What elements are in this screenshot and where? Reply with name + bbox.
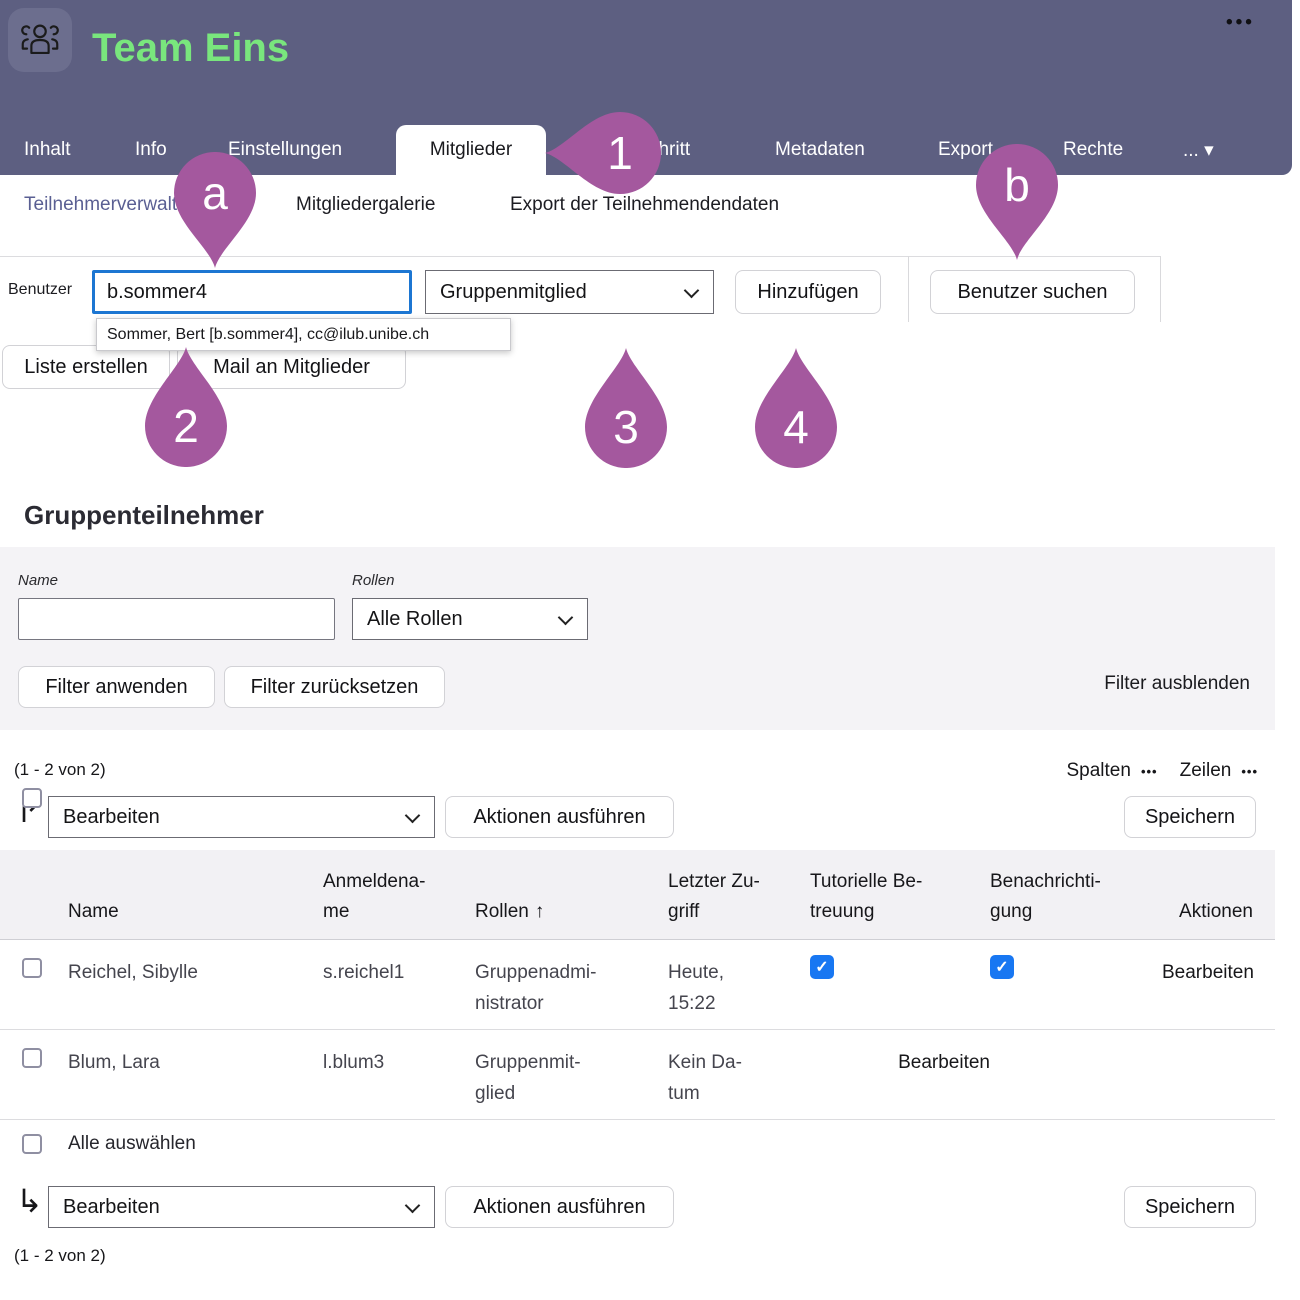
svg-text:1: 1 xyxy=(607,127,633,179)
bulk-action-select-bottom[interactable]: Bearbeiten xyxy=(48,1186,435,1228)
add-user-button[interactable]: Hinzufügen xyxy=(735,270,881,314)
col-header-name[interactable]: Name xyxy=(68,897,323,939)
cell-roles: Gruppenadmi- nistrator xyxy=(475,940,668,1019)
cell-last-access: Kein Da- tum xyxy=(668,1030,810,1109)
select-all-checkbox[interactable] xyxy=(22,1134,42,1154)
chevron-down-icon xyxy=(558,610,574,626)
header-more-icon[interactable]: ••• xyxy=(1226,12,1255,34)
columns-menu-dots-icon[interactable]: ••• xyxy=(1141,764,1158,779)
marker-3: 3 xyxy=(585,348,667,468)
select-all-row: Alle auswählen xyxy=(22,1133,196,1155)
marker-4: 4 xyxy=(755,348,837,468)
svg-text:2: 2 xyxy=(173,400,199,452)
col-header-tutor[interactable]: Tutorielle Be- treuung xyxy=(810,867,990,939)
svg-text:4: 4 xyxy=(783,401,809,453)
sort-asc-icon: ↑ xyxy=(535,901,545,922)
filter-roles-label: Rollen xyxy=(352,572,395,589)
table-row: Reichel, Sibylle s.reichel1 Gruppenadmi-… xyxy=(0,940,1275,1030)
notification-checkbox[interactable] xyxy=(990,955,1014,979)
table-row: Blum, Lara l.blum3 Gruppenmit- glied Kei… xyxy=(0,1030,1275,1120)
row-checkbox[interactable] xyxy=(22,958,42,978)
filter-reset-button[interactable]: Filter zurücksetzen xyxy=(224,666,445,708)
page: Team Eins ••• Inhalt Info Einstellungen … xyxy=(0,0,1300,1300)
marker-1: 1 xyxy=(545,112,661,194)
table-header-row: Name Anmeldena- me Rollen↑ Letzter Zu- g… xyxy=(0,850,1275,940)
row-checkbox[interactable] xyxy=(22,1048,42,1068)
col-header-actions: Aktionen xyxy=(1162,897,1253,939)
rows-menu-dots-icon[interactable]: ••• xyxy=(1241,764,1258,779)
tab-rechte[interactable]: Rechte xyxy=(1063,139,1123,161)
user-search-input[interactable] xyxy=(92,270,412,314)
subtab-export-teilnehmendendaten[interactable]: Export der Teilnehmendendaten xyxy=(510,194,779,216)
rows-menu[interactable]: Zeilen xyxy=(1180,760,1232,782)
select-all-header-checkbox[interactable] xyxy=(22,788,42,808)
marker-b: b xyxy=(976,144,1058,260)
chevron-down-icon xyxy=(405,808,421,824)
vertical-divider xyxy=(1160,256,1161,322)
filter-hide-link[interactable]: Filter ausblenden xyxy=(1104,673,1250,695)
result-count-bottom: (1 - 2 von 2) xyxy=(14,1246,106,1266)
tutor-support-checkbox[interactable] xyxy=(810,955,834,979)
columns-menu[interactable]: Spalten xyxy=(1066,760,1130,782)
execute-actions-button-top[interactable]: Aktionen ausführen xyxy=(445,796,674,838)
subtab-mitgliedergalerie[interactable]: Mitgliedergalerie xyxy=(296,194,435,216)
col-header-notification[interactable]: Benachrichti- gung xyxy=(990,867,1162,939)
role-select[interactable]: Gruppenmitglied xyxy=(425,270,714,314)
tab-inhalt[interactable]: Inhalt xyxy=(24,139,70,161)
col-header-login[interactable]: Anmeldena- me xyxy=(323,867,475,939)
chevron-down-icon xyxy=(405,1198,421,1214)
cell-login: l.blum3 xyxy=(323,1030,475,1078)
tab-info[interactable]: Info xyxy=(135,139,167,161)
user-field-label: Benutzer xyxy=(8,281,72,299)
result-count-top: (1 - 2 von 2) xyxy=(14,760,106,780)
filter-roles-select[interactable]: Alle Rollen xyxy=(352,598,588,640)
cell-name: Blum, Lara xyxy=(68,1030,323,1078)
execute-actions-button-bottom[interactable]: Aktionen ausführen xyxy=(445,1186,674,1228)
search-user-button[interactable]: Benutzer suchen xyxy=(930,270,1135,314)
bulk-action-value: Bearbeiten xyxy=(63,1196,160,1219)
svg-text:b: b xyxy=(1004,159,1030,211)
cell-name: Reichel, Sibylle xyxy=(68,940,323,988)
col-header-last-access[interactable]: Letzter Zu- griff xyxy=(668,867,810,939)
section-heading: Gruppenteilnehmer xyxy=(24,500,264,531)
table-view-menus: Spalten ••• Zeilen ••• xyxy=(1066,760,1258,782)
save-button-bottom[interactable]: Speichern xyxy=(1124,1186,1256,1228)
marker-a: a xyxy=(174,152,256,268)
col-header-roles[interactable]: Rollen↑ xyxy=(475,897,668,939)
group-icon xyxy=(8,8,72,72)
svg-text:3: 3 xyxy=(613,401,639,453)
cell-login: s.reichel1 xyxy=(323,940,475,988)
save-button-top[interactable]: Speichern xyxy=(1124,796,1256,838)
members-table: Name Anmeldena- me Rollen↑ Letzter Zu- g… xyxy=(0,850,1275,1120)
tab-metadaten[interactable]: Metadaten xyxy=(775,139,865,161)
bulk-action-select-top[interactable]: Bearbeiten xyxy=(48,796,435,838)
page-title: Team Eins xyxy=(92,26,289,71)
row-edit-link[interactable]: Bearbeiten xyxy=(810,1030,990,1078)
svg-text:a: a xyxy=(202,167,228,219)
filter-name-label: Name xyxy=(18,572,58,589)
chevron-down-icon xyxy=(684,283,700,299)
select-all-label: Alle auswählen xyxy=(68,1133,196,1155)
marker-2: 2 xyxy=(145,347,227,467)
vertical-divider xyxy=(908,256,909,322)
apply-bottom-arrow-icon: ↳ xyxy=(16,1185,43,1217)
cell-roles: Gruppenmit- glied xyxy=(475,1030,668,1109)
tab-overflow[interactable]: ... ▾ xyxy=(1183,139,1214,162)
filter-name-input[interactable] xyxy=(18,598,335,640)
row-edit-link[interactable]: Bearbeiten xyxy=(1162,940,1254,988)
filter-roles-value: Alle Rollen xyxy=(367,608,463,631)
bulk-action-value: Bearbeiten xyxy=(63,806,160,829)
tab-mitglieder[interactable]: Mitglieder xyxy=(396,125,546,175)
cell-last-access: Heute, 15:22 xyxy=(668,940,810,1019)
role-select-value: Gruppenmitglied xyxy=(440,281,587,304)
filter-apply-button[interactable]: Filter anwenden xyxy=(18,666,215,708)
